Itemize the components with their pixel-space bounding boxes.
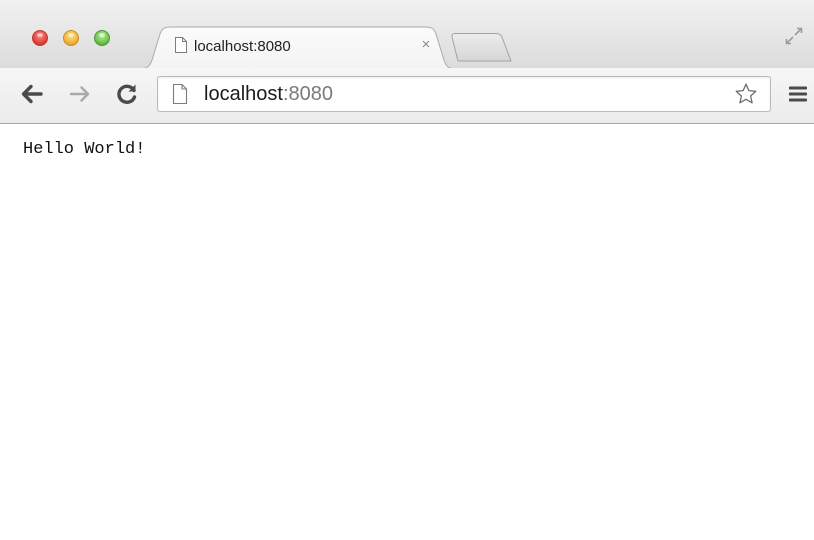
browser-toolbar: localhost:8080 (0, 68, 814, 124)
forward-arrow-icon[interactable] (66, 80, 94, 108)
url-port: :8080 (282, 83, 333, 105)
back-arrow-icon[interactable] (18, 80, 46, 108)
tab-localhost[interactable]: localhost:8080 × (138, 26, 458, 70)
browser-window: localhost:8080 × localhost:8080 Hello Wo… (0, 0, 814, 540)
page-icon (175, 37, 187, 53)
new-tab-icon[interactable] (450, 32, 514, 62)
close-window-icon[interactable] (32, 30, 48, 46)
page-icon (172, 83, 188, 105)
page-body-text: Hello World! (23, 140, 146, 159)
hamburger-menu-icon[interactable] (788, 84, 808, 104)
fullscreen-icon[interactable] (784, 26, 804, 46)
reload-icon[interactable] (113, 80, 141, 108)
tab-strip: localhost:8080 × (0, 0, 814, 70)
page-content: Hello World! (0, 124, 814, 540)
address-bar[interactable]: localhost:8080 (157, 76, 771, 112)
tab-title: localhost:8080 (194, 38, 291, 55)
url-text[interactable]: localhost:8080 (204, 83, 333, 105)
tab-close-button[interactable]: × (418, 36, 434, 53)
star-icon[interactable] (734, 82, 758, 106)
minimize-window-icon[interactable] (63, 30, 79, 46)
url-host: localhost (204, 83, 283, 105)
maximize-window-icon[interactable] (94, 30, 110, 46)
